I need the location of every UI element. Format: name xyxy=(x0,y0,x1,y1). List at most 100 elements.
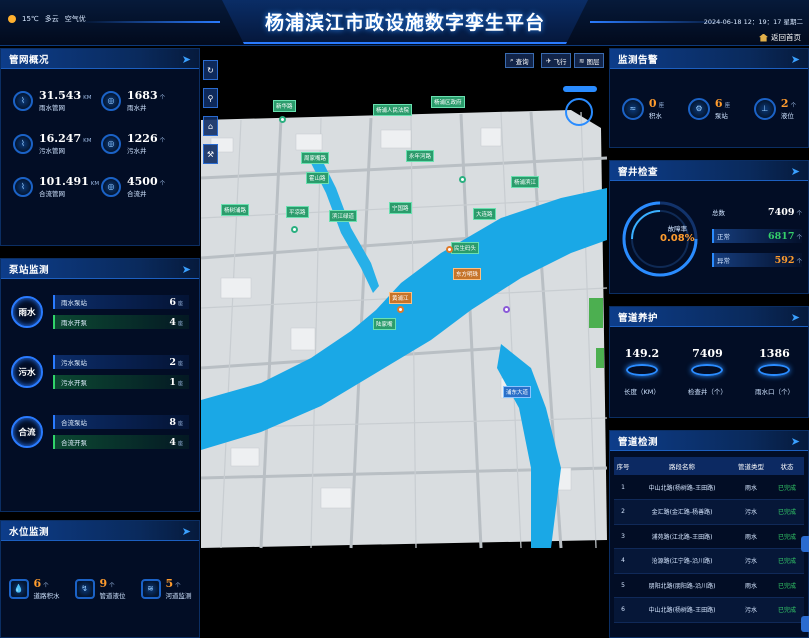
rotate-icon: ↻ xyxy=(207,65,214,75)
map-label[interactable]: 新华路 xyxy=(273,100,296,112)
chevron-right-icon: ➤ xyxy=(790,165,800,178)
map-fly-button[interactable]: ✈ 飞行 xyxy=(541,53,572,68)
map-label[interactable]: 杨浦区政府 xyxy=(431,96,465,108)
collapse-tab[interactable] xyxy=(801,536,809,552)
maint-well-label: 检查井（个） xyxy=(687,388,727,396)
map-label[interactable]: 民生码头 xyxy=(451,242,480,254)
manhole-abnormal-value: 592 xyxy=(774,254,795,266)
alarm-level-label: 液位 xyxy=(780,112,794,120)
rotate-tool-button[interactable]: ↻ xyxy=(203,60,218,80)
pipe-overview-panel: 管网概况 ➤ ⌇ 31.543 KM 雨水管网 ◎ 1683 个 雨水井 ⌇ 16.… xyxy=(0,48,200,246)
map-fly-label: 飞行 xyxy=(553,57,567,66)
alarm-level-value: 2 xyxy=(780,97,789,110)
map-label[interactable]: 永年河路 xyxy=(406,150,435,162)
map-pin[interactable] xyxy=(291,226,298,233)
river-value: 5 xyxy=(165,577,174,590)
chevron-right-icon: ➤ xyxy=(790,53,800,66)
status-cell: 已完成 xyxy=(770,548,804,574)
rain-pipe-label: 雨水管网 xyxy=(39,104,65,112)
map-canvas[interactable] xyxy=(201,48,607,638)
map-label[interactable]: 杨浦滨江 xyxy=(511,176,540,188)
map-label[interactable]: 平凉路 xyxy=(286,206,309,218)
chevron-right-icon: ➤ xyxy=(181,53,191,66)
table-header-row: 序号 路段名称 管道类型 状态 xyxy=(614,457,804,475)
home-button[interactable]: 返回首页 xyxy=(759,32,801,43)
map-label[interactable]: 宁国路 xyxy=(389,202,412,214)
manhole-rate-label: 故障率 xyxy=(667,225,688,233)
map-label[interactable]: 陆家嘴 xyxy=(373,318,396,330)
bar-label: 雨水泵站 xyxy=(61,299,87,307)
manhole-total-row: 总数 7409 个 xyxy=(712,205,802,219)
stat-sewage-pipe: ⌇ 16.247 KM 污水管网 xyxy=(13,132,101,155)
table-row[interactable]: 2 金汇路(金汇路-杨善路) 污水 已完成 xyxy=(614,499,804,525)
table-row[interactable]: 3 浦苑路(江北路-王田路) 雨水 已完成 xyxy=(614,524,804,549)
manhole-normal-row: 正常 6817 个 xyxy=(712,229,802,243)
map-label[interactable]: 浦东大道 xyxy=(503,386,532,398)
header-deco-left xyxy=(80,21,220,23)
map-search-button[interactable]: ⌕ 查询 xyxy=(505,53,534,68)
map-pin[interactable] xyxy=(459,176,466,183)
road-water-value: 6 xyxy=(33,577,42,590)
map-label[interactable]: 杨树浦路 xyxy=(221,204,250,216)
bar-value: 4 xyxy=(169,316,176,328)
combined-pipe-value: 101.491 xyxy=(39,175,89,188)
map-pin[interactable] xyxy=(446,246,453,253)
measure-tool-button[interactable]: ⚒ xyxy=(203,144,218,164)
table-row[interactable]: 5 朋阳北路(朋阳路-沿川路) 雨水 已完成 xyxy=(614,573,804,598)
pipe-detect-header: 管道检测 ➤ xyxy=(610,431,808,451)
home-view-tool-button[interactable]: ⌂ xyxy=(203,116,218,136)
table-cell: 6 xyxy=(614,597,632,623)
pump-group-sewage: 污水 污水泵站 2 座 污水开泵 1 座 xyxy=(11,355,189,389)
map-label[interactable]: 黄浦江 xyxy=(389,292,412,304)
map-label[interactable]: 杨浦人民法院 xyxy=(373,104,413,116)
map-label[interactable]: 大连路 xyxy=(473,208,496,220)
well-icon: ◎ xyxy=(101,176,121,197)
map-label[interactable]: 霍山路 xyxy=(306,172,329,184)
column-header: 状态 xyxy=(770,457,804,475)
locate-tool-button[interactable]: ⚲ xyxy=(203,88,218,108)
map-label[interactable]: 滨江绿道 xyxy=(329,210,358,222)
manhole-rate-value: 0.08% xyxy=(660,233,695,244)
table-cell: 雨水 xyxy=(732,475,770,500)
manhole-normal-label: 正常 xyxy=(717,233,730,241)
map-layer-button[interactable]: ≋ 图层 xyxy=(574,53,605,68)
manhole-unit: 个 xyxy=(796,234,802,241)
page-title: 杨浦滨江市政设施数字孪生平台 xyxy=(264,12,545,34)
map-label[interactable]: 周家嘴路 xyxy=(301,152,330,164)
maint-well: 7409 检查井（个） xyxy=(688,347,727,396)
table-cell: 雨水 xyxy=(732,573,770,598)
bar-unit: 座 xyxy=(177,440,183,447)
map-label[interactable]: 东方明珠 xyxy=(453,268,482,280)
pedestal-icon xyxy=(691,364,724,376)
manhole-title: 窨井检查 xyxy=(618,166,659,178)
collapse-tab[interactable] xyxy=(801,616,809,632)
table-row[interactable]: 6 中山北路(杨树路-王田路) 污水 已完成 xyxy=(614,597,804,623)
sewage-pipe-unit: KM xyxy=(83,138,92,144)
bar-unit: 座 xyxy=(177,420,183,427)
manhole-total-value: 7409 xyxy=(768,206,795,218)
maint-length-label: 长度（KM） xyxy=(624,388,660,396)
alarm-water-value: 0 xyxy=(648,97,657,110)
sewage-pipe-label: 污水管网 xyxy=(39,147,65,155)
bar-row: 合流开泵 4 座 xyxy=(53,435,189,449)
map-pin[interactable] xyxy=(503,306,510,313)
weather-widget: 15℃ 多云 空气优 xyxy=(8,14,86,24)
table-row[interactable]: 1 中山北路(杨树路-王田路) 雨水 已完成 xyxy=(614,475,804,500)
map-pin[interactable] xyxy=(279,116,286,123)
map-pin[interactable] xyxy=(397,306,404,313)
sewage-well-value: 1226 xyxy=(127,132,158,145)
table-row[interactable]: 4 沧源路(江宁路-沿川路) 污水 已完成 xyxy=(614,548,804,574)
sewage-well-label: 污水井 xyxy=(127,147,147,155)
sun-icon xyxy=(8,15,16,23)
stat-road-water: 💧 6个 道路积水 xyxy=(8,577,60,600)
compass-icon[interactable] xyxy=(565,98,593,126)
pump-group-rain-badge: 雨水 xyxy=(11,296,43,328)
map-3d-view[interactable]: 新华路 杨浦人民法院 杨浦区政府 永年河路 周家嘴路 杨浦滨江 杨树浦路 霍山路… xyxy=(201,48,607,638)
maint-length-value: 149.2 xyxy=(624,347,660,360)
maint-well-value: 7409 xyxy=(692,347,723,360)
compass-bar[interactable] xyxy=(563,86,597,92)
level-gauge-icon: ⊥ xyxy=(753,97,776,120)
bar-value: 2 xyxy=(169,356,176,368)
maintenance-header: 管道养护 ➤ xyxy=(610,307,808,327)
combined-well-unit: 个 xyxy=(159,181,166,187)
